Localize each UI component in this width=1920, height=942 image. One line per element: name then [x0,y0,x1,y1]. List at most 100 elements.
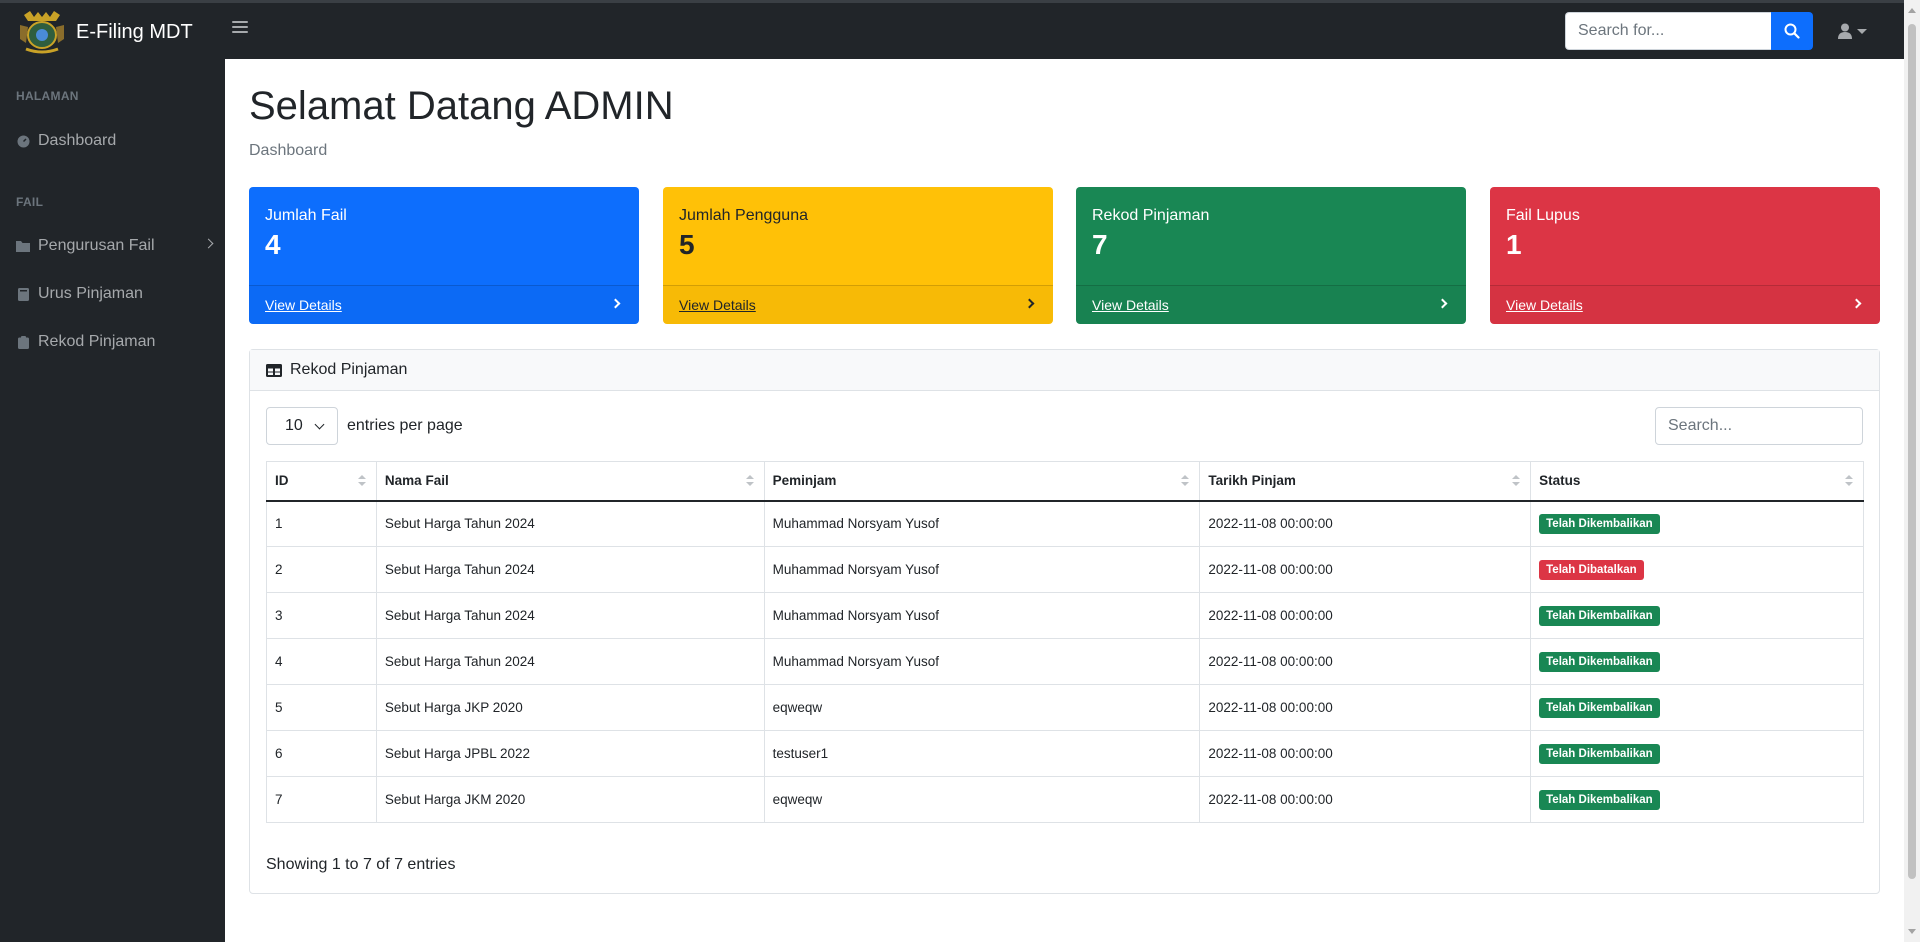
sidebar-item-rekod-pinjaman[interactable]: Rekod Pinjaman [16,330,212,354]
column-header-tarikh-pinjam[interactable]: Tarikh Pinjam [1199,461,1532,502]
view-details-link[interactable]: View Details [1506,297,1583,313]
cell-id: 5 [266,684,377,731]
entries-per-page-label: entries per page [347,417,463,434]
card-value: 1 [1506,229,1522,260]
top-search [1565,12,1813,50]
cell-peminjam: Muhammad Norsyam Yusof [763,500,1201,547]
crest-logo-icon [20,11,64,54]
sidebar-item-label: Urus Pinjaman [38,285,143,302]
sort-icon [1512,475,1521,487]
status-badge: Telah Dikembalikan [1539,651,1660,672]
cell-tarikh: 2022-11-08 00:00:00 [1199,592,1532,639]
table-row: 2 Sebut Harga Tahun 2024 Muhammad Norsya… [266,546,1864,593]
sort-icon [1845,475,1853,487]
table-row: 6 Sebut Harga JPBL 2022 testuser1 2022-1… [266,730,1864,777]
cell-status: Telah Dikembalikan [1530,684,1864,731]
page-title: Selamat Datang ADMIN [249,84,674,128]
top-search-input[interactable] [1565,12,1771,50]
chevron-down-icon [1857,28,1867,34]
cell-peminjam: Muhammad Norsyam Yusof [763,592,1201,639]
stat-card-jumlah-fail: Jumlah Fail 4 View Details [249,187,639,324]
table-header-row: ID Nama Fail Peminjam Tarikh Pinjam Stat… [266,461,1864,502]
cell-peminjam: testuser1 [763,730,1201,777]
column-header-peminjam[interactable]: Peminjam [763,461,1201,502]
brand-name: E-Filing MDT [76,20,193,43]
card-label: Jumlah Pengguna [679,207,808,224]
page-scrollbar[interactable] [1904,0,1920,942]
status-badge: Telah Dikembalikan [1539,743,1660,764]
column-header-id[interactable]: ID [266,461,377,502]
search-icon [1784,23,1800,39]
sidebar-item-dashboard[interactable]: Dashboard [16,129,212,153]
column-header-status[interactable]: Status [1530,461,1864,502]
cell-nama-fail: Sebut Harga Tahun 2024 [375,592,765,639]
table-row: 5 Sebut Harga JKP 2020 eqweqw 2022-11-08… [266,684,1864,731]
table-icon [266,363,282,377]
cell-tarikh: 2022-11-08 00:00:00 [1199,500,1532,547]
top-search-button[interactable] [1771,12,1813,50]
cell-id: 6 [266,730,377,777]
card-footer: View Details [1076,285,1466,324]
cell-tarikh: 2022-11-08 00:00:00 [1199,776,1532,823]
table-search-input[interactable] [1655,407,1863,445]
scroll-thumb[interactable] [1908,24,1916,879]
sidebar-toggle-icon[interactable] [232,21,248,35]
sidebar-heading-fail: FAIL [16,195,44,209]
chevron-right-icon[interactable] [610,298,621,309]
sidebar-item-pengurusan-fail[interactable]: Pengurusan Fail [16,234,214,258]
status-badge: Telah Dikembalikan [1539,605,1660,626]
sidebar-item-label: Rekod Pinjaman [38,333,156,350]
cell-nama-fail: Sebut Harga JKP 2020 [375,684,765,731]
sidebar-item-label: Dashboard [38,132,117,149]
cell-nama-fail: Sebut Harga Tahun 2024 [375,638,765,685]
sort-icon [1181,475,1190,487]
column-header-label: Status [1539,473,1581,489]
book-icon [16,287,30,301]
cell-status: Telah Dikembalikan [1530,638,1864,685]
cell-id: 3 [266,592,377,639]
table-row: 4 Sebut Harga Tahun 2024 Muhammad Norsya… [266,638,1864,685]
chevron-right-icon[interactable] [1024,298,1035,309]
chevron-right-icon[interactable] [1851,298,1862,309]
column-header-label: Tarikh Pinjam [1208,473,1296,489]
column-header-nama-fail[interactable]: Nama Fail [375,461,765,502]
main-content: Selamat Datang ADMIN Dashboard Jumlah Fa… [225,59,1904,919]
cell-tarikh: 2022-11-08 00:00:00 [1199,730,1532,777]
entries-per-page-value: 10 [285,417,303,434]
sidebar-heading-halaman: HALAMAN [16,89,79,103]
scroll-down-icon[interactable] [1908,929,1916,934]
table-row: 1 Sebut Harga Tahun 2024 Muhammad Norsya… [266,500,1864,547]
cell-nama-fail: Sebut Harga Tahun 2024 [375,546,765,593]
cell-nama-fail: Sebut Harga Tahun 2024 [375,500,765,547]
sidebar-item-urus-pinjaman[interactable]: Urus Pinjaman [16,282,212,306]
table-card-title: Rekod Pinjaman [290,361,408,378]
column-header-label: Nama Fail [384,473,449,489]
scroll-up-icon[interactable] [1908,8,1916,13]
stat-card-fail-lupus: Fail Lupus 1 View Details [1490,187,1880,324]
status-badge: Telah Dikembalikan [1539,513,1660,534]
cell-tarikh: 2022-11-08 00:00:00 [1199,546,1532,593]
cell-id: 1 [266,500,377,547]
brand[interactable]: E-Filing MDT [16,9,193,55]
sort-icon [745,475,754,487]
table-row: 3 Sebut Harga Tahun 2024 Muhammad Norsya… [266,592,1864,639]
entries-per-page-select[interactable]: 10 [266,407,338,445]
cell-status: Telah Dikembalikan [1530,592,1864,639]
card-label: Jumlah Fail [265,207,347,224]
cell-tarikh: 2022-11-08 00:00:00 [1199,638,1532,685]
clipboard-icon [16,335,30,349]
cell-nama-fail: Sebut Harga JPBL 2022 [375,730,765,777]
chevron-down-icon [314,419,325,430]
chevron-right-icon[interactable] [1437,298,1448,309]
stat-card-jumlah-pengguna: Jumlah Pengguna 5 View Details [663,187,1053,324]
cell-status: Telah Dibatalkan [1530,546,1864,593]
view-details-link[interactable]: View Details [679,297,756,313]
user-menu-button[interactable] [1838,23,1867,39]
view-details-link[interactable]: View Details [265,297,342,313]
cell-peminjam: Muhammad Norsyam Yusof [763,546,1201,593]
status-badge: Telah Dikembalikan [1539,697,1660,718]
cell-status: Telah Dikembalikan [1530,776,1864,823]
view-details-link[interactable]: View Details [1092,297,1169,313]
status-badge: Telah Dikembalikan [1539,789,1660,810]
cell-id: 2 [266,546,377,593]
